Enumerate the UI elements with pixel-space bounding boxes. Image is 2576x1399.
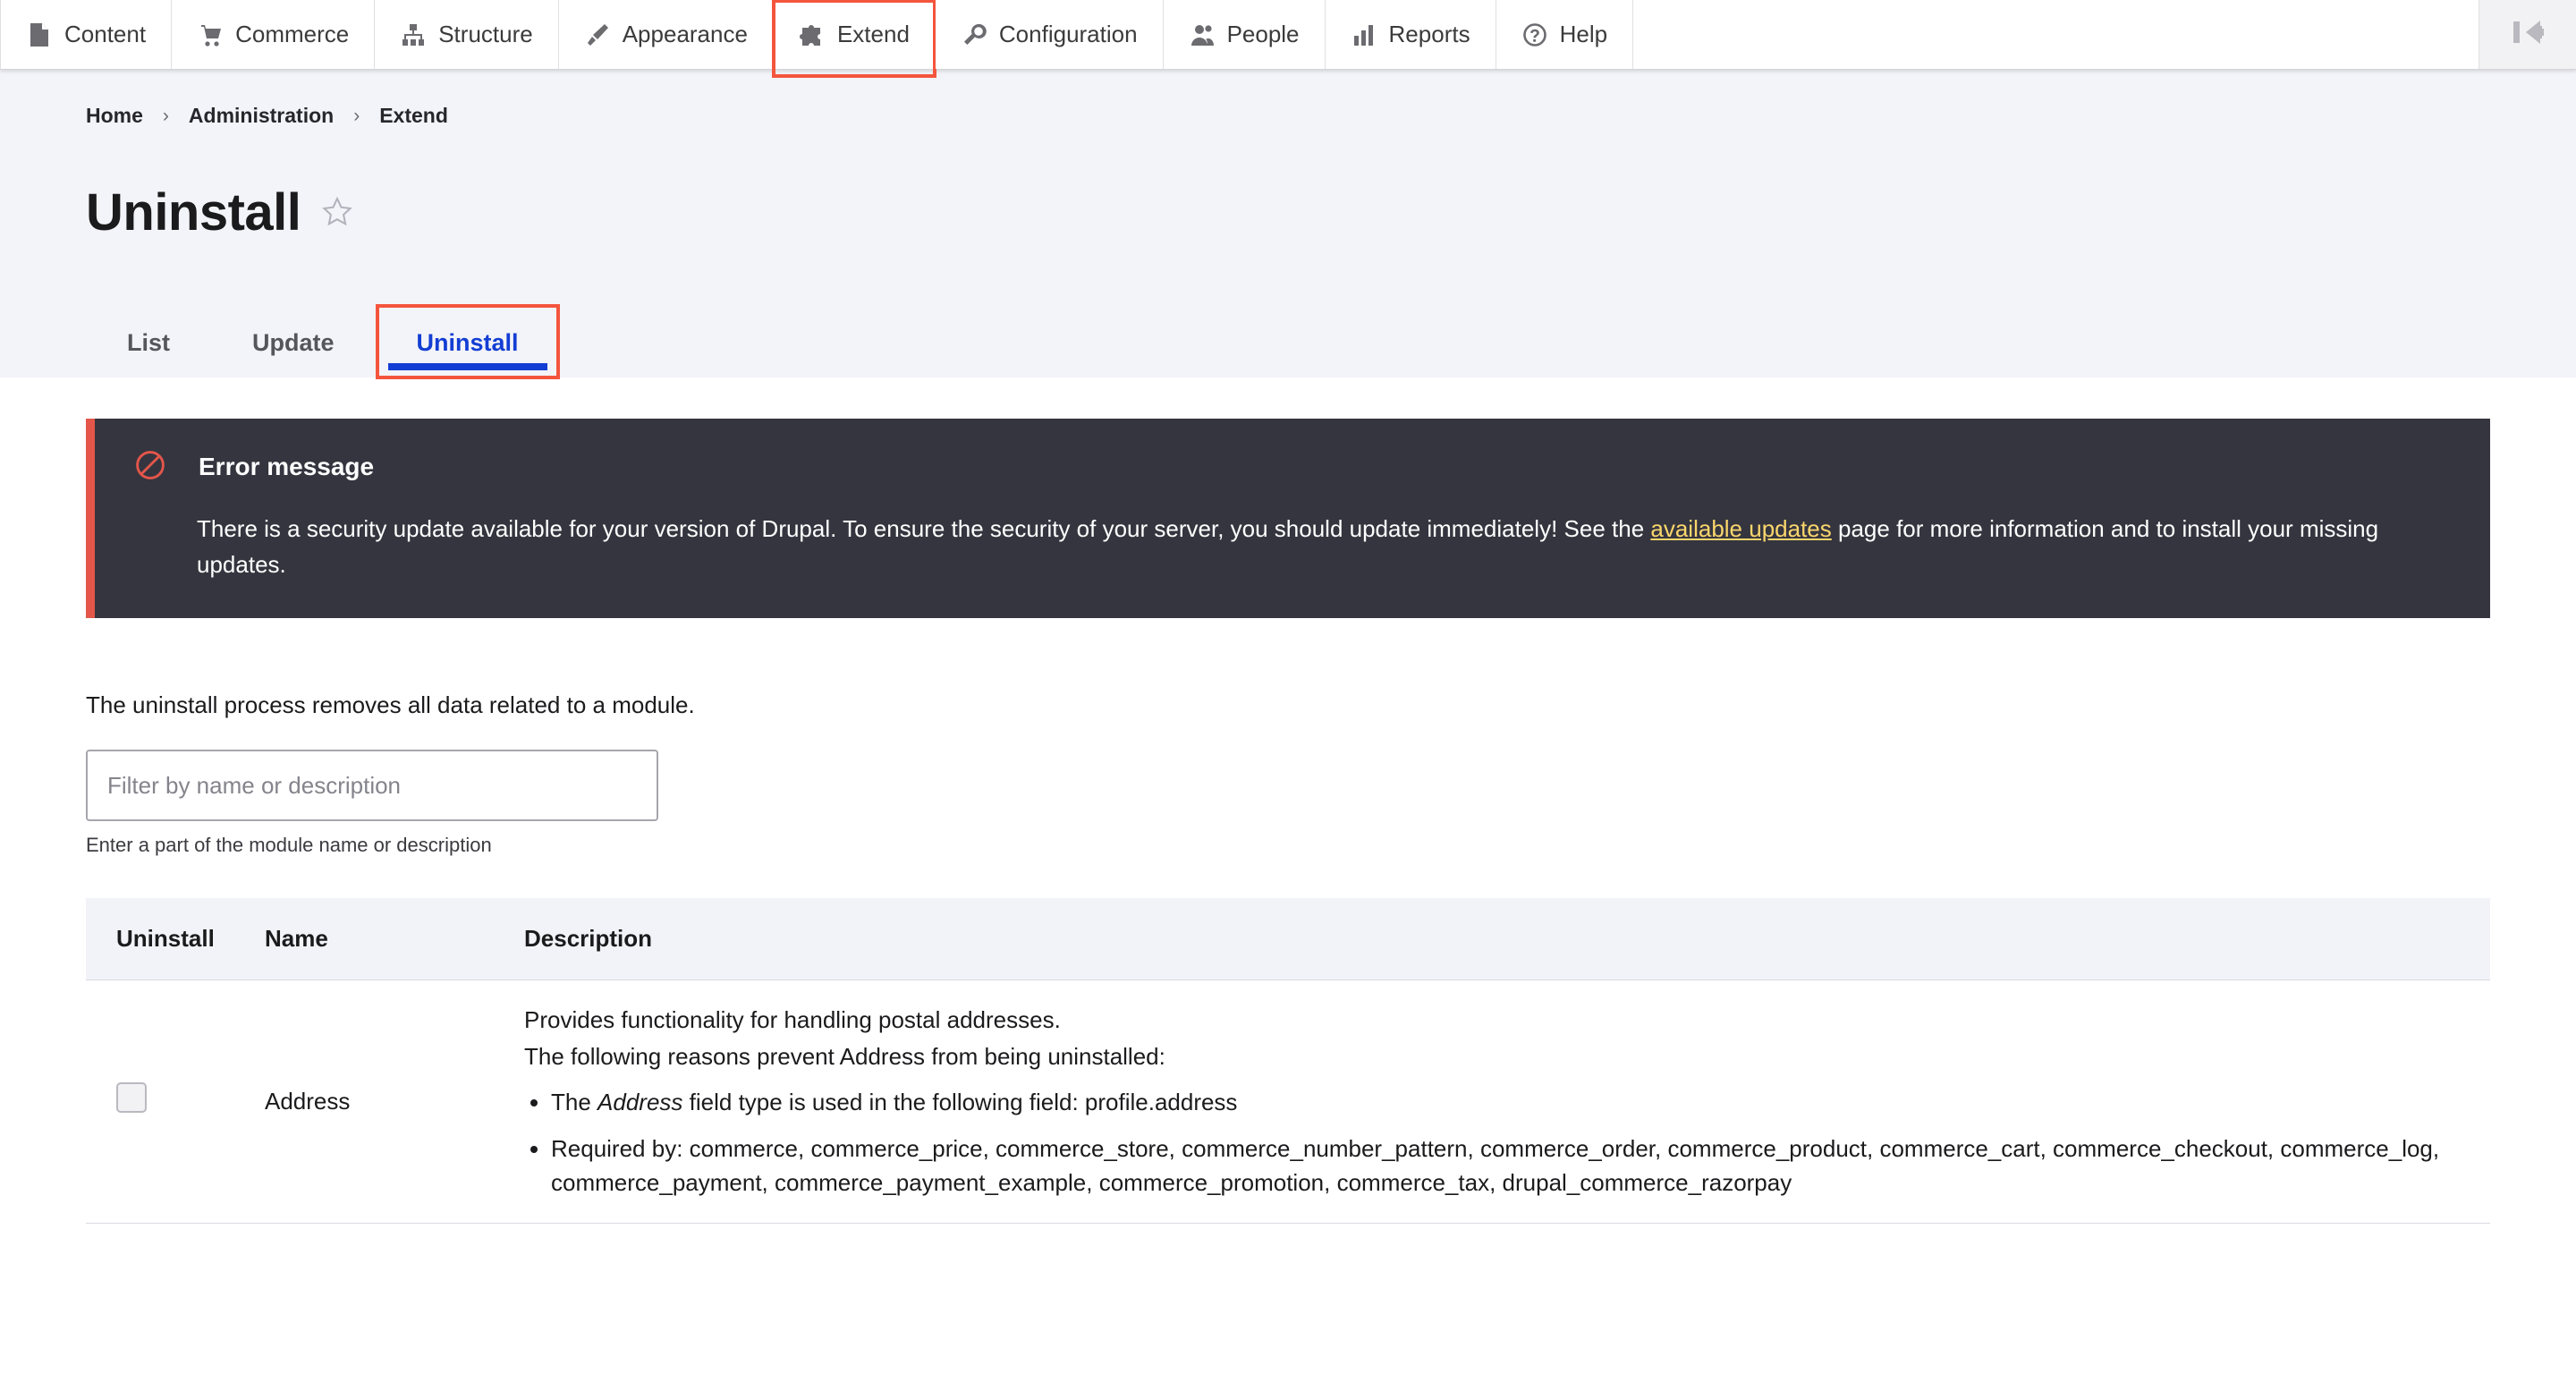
admin-toolbar: Content Commerce Structure Appearance Ex… (0, 0, 2576, 78)
module-filter-help: Enter a part of the module name or descr… (86, 834, 492, 857)
column-header-name: Name (265, 898, 524, 981)
people-icon (1189, 21, 1216, 48)
toolbar-item-label: Configuration (998, 21, 1138, 47)
module-reasons-list: The Address field type is used in the fo… (524, 1086, 2490, 1200)
toolbar-item-label: Structure (438, 21, 533, 47)
toolbar-item-label: Help (1559, 21, 1608, 47)
error-message-title: Error message (199, 453, 375, 481)
star-outline-icon[interactable] (320, 195, 354, 229)
breadcrumb-separator-icon: › (162, 105, 169, 126)
collapse-toolbar-icon (2508, 16, 2547, 53)
uninstall-intro-text: The uninstall process removes all data r… (86, 691, 695, 719)
toolbar-item-label: Appearance (622, 21, 748, 47)
toolbar-spacer (1633, 0, 2479, 69)
toolbar-item-configuration[interactable]: Configuration (935, 0, 1164, 69)
module-description: Provides functionality for handling post… (524, 1006, 1061, 1034)
list-item: The Address field type is used in the fo… (551, 1086, 2490, 1120)
table-header: Uninstall Name Description (86, 898, 2490, 981)
reason-suffix: field type is used in the following fiel… (682, 1089, 1238, 1116)
uninstall-checkbox-cell (86, 979, 265, 1225)
toolbar-collapse-button[interactable] (2479, 0, 2576, 69)
page-title: Uninstall (86, 182, 301, 242)
reason-prefix: The (551, 1089, 598, 1116)
question-mark-icon (1521, 21, 1548, 48)
toolbar-item-label: Reports (1388, 21, 1470, 47)
error-text-before: There is a security update available for… (197, 514, 1651, 542)
error-message-header: Error message (134, 449, 2451, 486)
available-updates-link[interactable]: available updates (1650, 515, 1831, 542)
table-body: Address Provides functionality for handl… (86, 979, 2490, 1225)
main-content: Error message There is a security update… (0, 377, 2576, 1225)
breadcrumb-item-administration[interactable]: Administration (189, 104, 334, 128)
breadcrumb-item-home[interactable]: Home (86, 104, 143, 128)
toolbar-item-reports[interactable]: Reports (1325, 0, 1496, 69)
error-prohibited-icon (134, 449, 166, 486)
tab-update[interactable]: Update (211, 309, 376, 377)
breadcrumb-item-extend[interactable]: Extend (379, 104, 448, 128)
bar-chart-icon (1351, 21, 1377, 48)
document-icon (26, 21, 53, 48)
toolbar-item-label: Extend (836, 21, 910, 47)
module-reasons-intro: The following reasons prevent Address fr… (524, 1043, 1165, 1071)
breadcrumb: Home › Administration › Extend (86, 104, 2490, 128)
page-title-row: Uninstall (86, 148, 2490, 277)
toolbar-item-structure[interactable]: Structure (375, 0, 559, 69)
toolbar-item-content[interactable]: Content (0, 0, 173, 69)
column-header-uninstall: Uninstall (86, 898, 265, 981)
tab-uninstall[interactable]: Uninstall (375, 303, 560, 379)
shopping-cart-icon (197, 21, 224, 48)
toolbar-item-label: People (1226, 21, 1300, 47)
toolbar-menu: Content Commerce Structure Appearance Ex… (0, 0, 1634, 78)
toolbar-item-extend[interactable]: Extend (771, 0, 936, 78)
toolbar-item-appearance[interactable]: Appearance (558, 0, 774, 69)
reason-emphasis: Address (597, 1089, 683, 1116)
toolbar-item-people[interactable]: People (1163, 0, 1326, 69)
uninstall-checkbox[interactable] (116, 1081, 147, 1113)
page-header-region: Home › Administration › Extend Uninstall… (0, 70, 2576, 379)
reason-prefix: Required by: commerce, commerce_price, c… (551, 1134, 2440, 1196)
module-name: Address (265, 979, 524, 1225)
tab-label: Uninstall (416, 329, 519, 357)
table-header-row: Uninstall Name Description (86, 898, 2490, 981)
module-filter-input[interactable] (86, 750, 658, 822)
column-header-description: Description (524, 898, 2490, 981)
toolbar-item-commerce[interactable]: Commerce (172, 0, 376, 69)
puzzle-piece-icon (799, 21, 826, 48)
breadcrumb-separator-icon: › (353, 105, 360, 126)
toolbar-item-help[interactable]: Help (1496, 0, 1634, 69)
tab-label: Update (252, 329, 335, 357)
sitemap-icon (400, 21, 427, 48)
table-row: Address Provides functionality for handl… (86, 979, 2490, 1225)
error-message-body: There is a security update available for… (134, 511, 2397, 583)
toolbar-item-label: Commerce (235, 21, 350, 47)
modules-uninstall-table: Uninstall Name Description Address Provi… (86, 898, 2490, 1225)
paintbrush-icon (584, 21, 611, 48)
tab-active-underline (387, 362, 547, 370)
error-message: Error message There is a security update… (86, 418, 2490, 619)
list-item: Required by: commerce, commerce_price, c… (551, 1132, 2490, 1200)
tab-list[interactable]: List (86, 309, 211, 377)
toolbar-item-label: Content (64, 21, 147, 47)
module-description-cell: Provides functionality for handling post… (524, 979, 2490, 1225)
tab-label: List (127, 329, 171, 357)
local-tabs: List Update Uninstall (0, 303, 2576, 379)
wrench-icon (961, 21, 987, 48)
